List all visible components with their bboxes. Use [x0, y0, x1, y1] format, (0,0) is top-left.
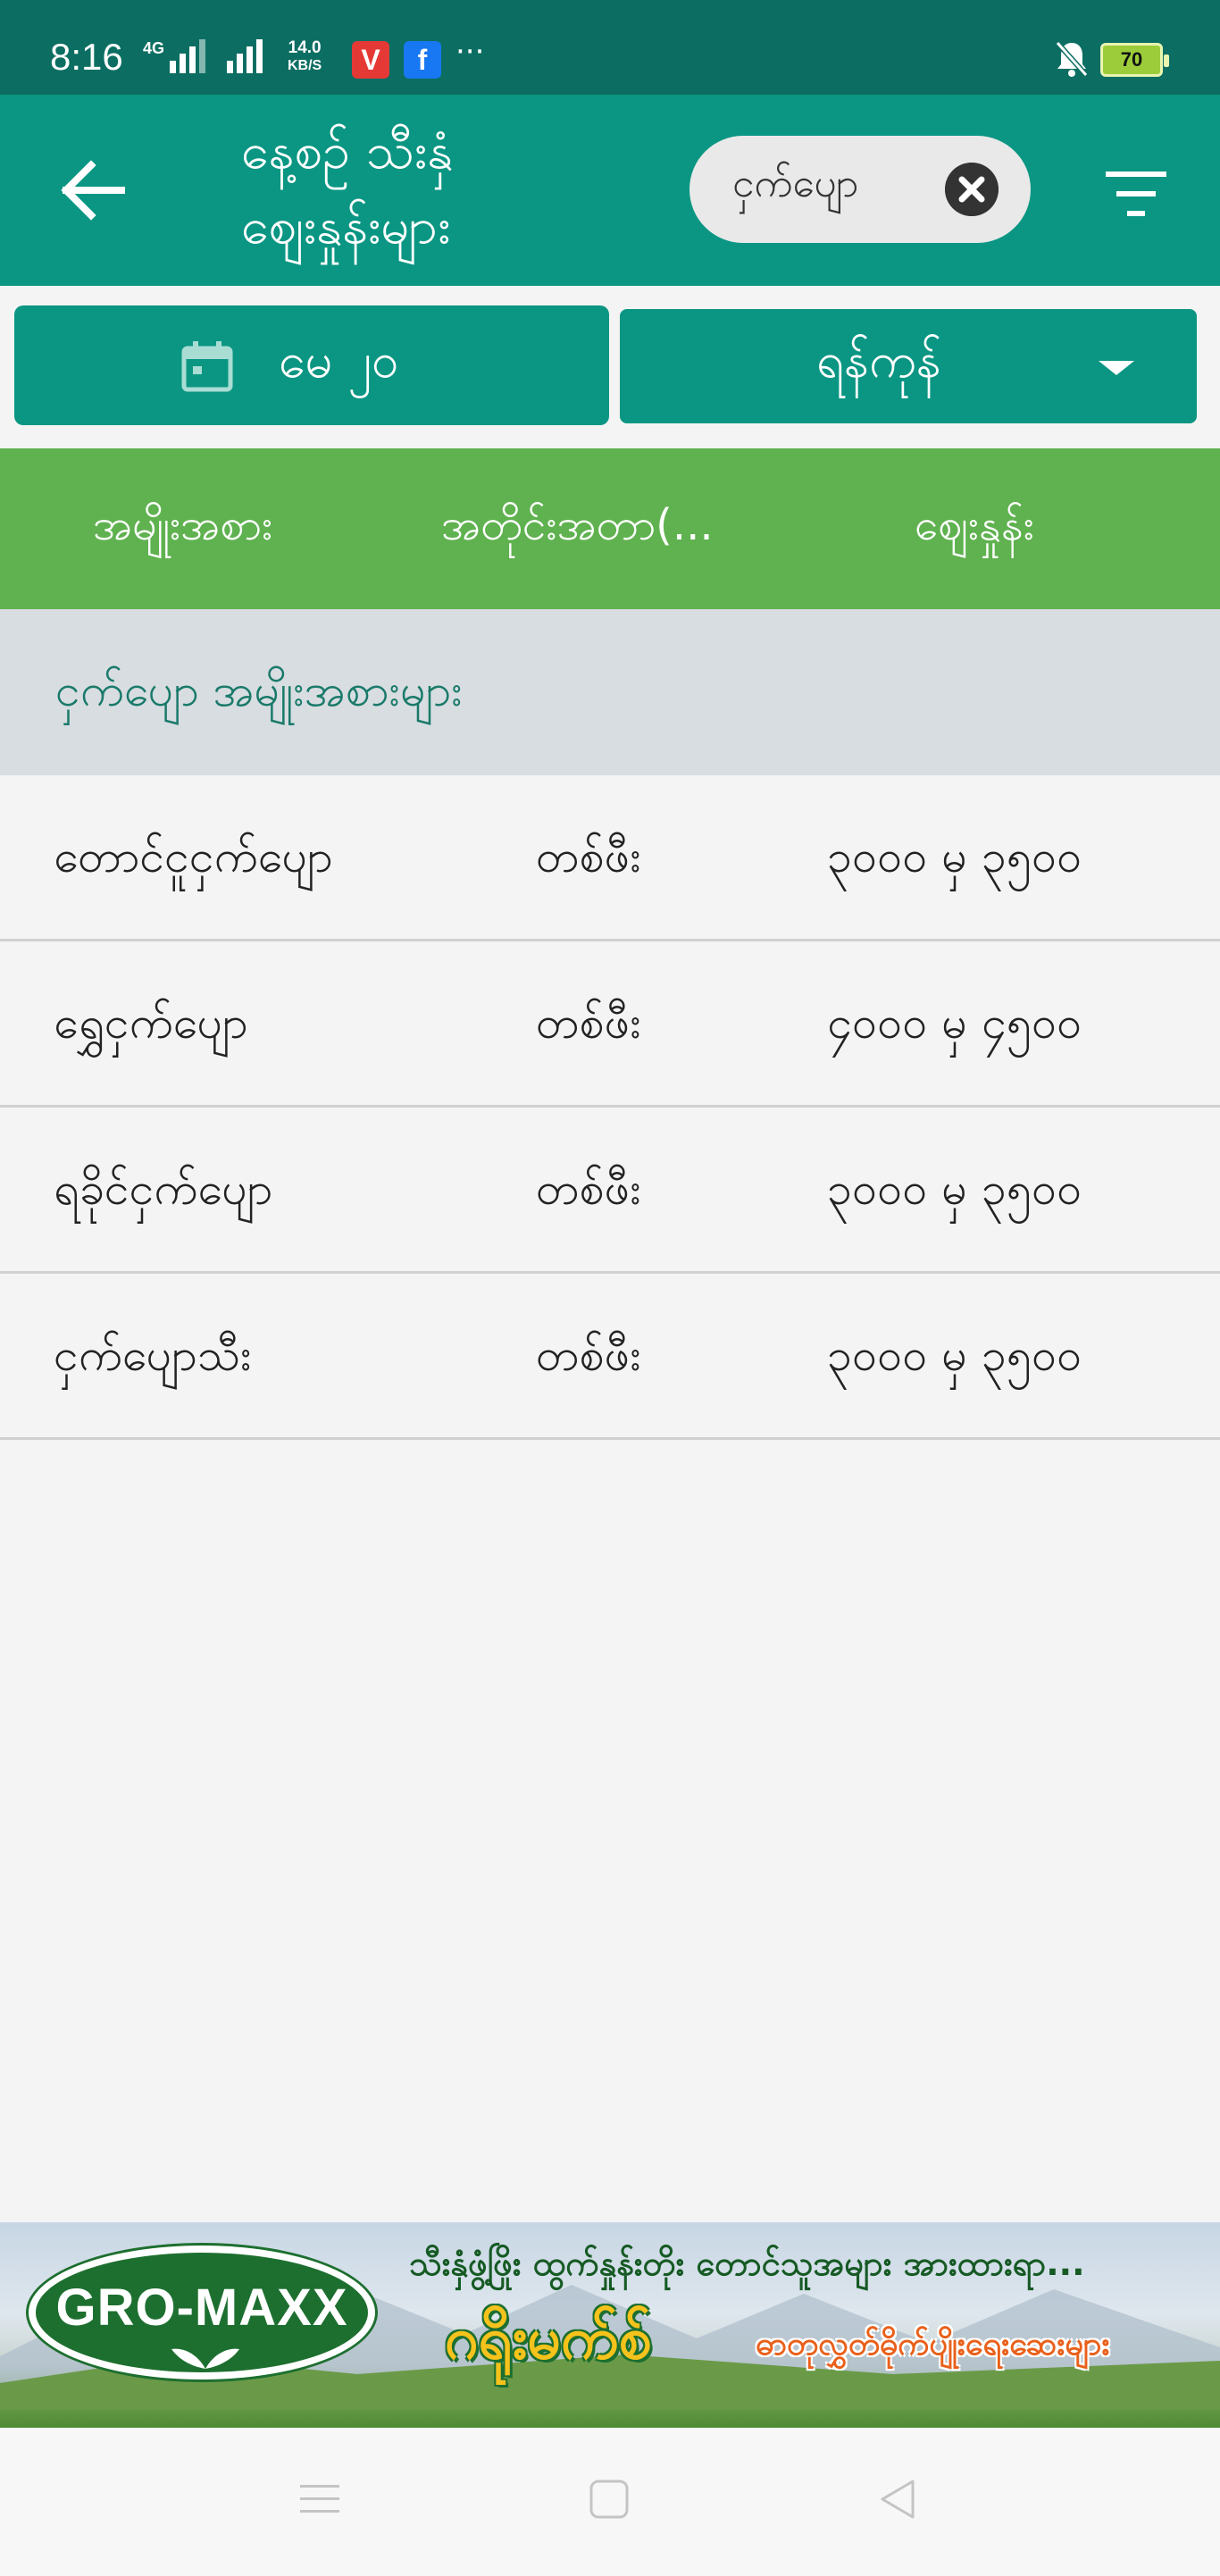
- row-price: ၃၀၀၀ မှ ၃၅၀၀: [827, 1329, 1082, 1381]
- page-title-line-2: ဈေးနှုန်းများ: [241, 197, 451, 255]
- mute-icon: [1055, 41, 1089, 77]
- system-nav-bar: [0, 2428, 1220, 2576]
- filter-icon[interactable]: [1100, 163, 1172, 225]
- gro-maxx-logo: GRO-MAXX: [29, 2246, 375, 2379]
- row-unit: တစ်ဖီး: [536, 1329, 642, 1381]
- signal-icon: [227, 39, 263, 73]
- search-chip-text: ငှက်ပျော: [732, 161, 859, 206]
- table-row[interactable]: ရခိုင်ငှက်ပျော တစ်ဖီး ၃၀၀၀ မှ ၃၅၀၀: [0, 1108, 1220, 1274]
- row-name: ရခိုင်ငှက်ပျော: [54, 1163, 273, 1215]
- status-time: 8:16: [50, 36, 123, 78]
- back-triangle-icon[interactable]: [873, 2474, 923, 2524]
- city-label: ရန်ကုန်: [816, 332, 941, 389]
- row-price: ၄၀၀၀ မှ ၄၅၀၀: [827, 997, 1082, 1049]
- more-notifications-icon: ···: [455, 34, 485, 70]
- row-name: ငှက်ပျောသီး: [54, 1329, 252, 1381]
- calendar-icon: [181, 341, 233, 392]
- ad-tagline: သီးနှံဖွံ့ဖြိုး ထွက်နှုန်းတိုး တောင်သူအမ…: [409, 2244, 1085, 2283]
- row-name: ရွှေငှက်ပျော: [54, 997, 248, 1049]
- ad-banner[interactable]: GRO-MAXX သီးနှံဖွံ့ဖြိုး ထွက်နှုန်းတိုး …: [0, 2222, 1220, 2428]
- table-row[interactable]: ရွှေငှက်ပျော တစ်ဖီး ၄၀၀၀ မှ ၄၅၀၀: [0, 941, 1220, 1108]
- ad-subtitle: ဓာတုလွှတ်ဓိုက်ပျိုးရေးဆေးများ: [756, 2326, 1110, 2363]
- ad-brand: ဂရိုးမက်စ်: [445, 2304, 652, 2372]
- vivaldi-notification-icon: V: [352, 41, 389, 79]
- close-icon[interactable]: [945, 163, 999, 216]
- column-header-price: ဈေးနှုန်း: [915, 500, 1034, 550]
- battery-icon: 70: [1100, 43, 1169, 77]
- dropdown-caret-icon: [1099, 361, 1134, 375]
- column-header-type: အမျိုးအစား: [93, 500, 273, 550]
- column-header-unit: အတိုင်းအတာ(...: [441, 500, 714, 550]
- date-label: မေ ၂၀: [279, 332, 399, 389]
- group-header: ငှက်ပျော အမျိုးအစားများ: [0, 609, 1220, 775]
- speed-value: 14.0: [288, 38, 322, 57]
- network-speed: 14.0 KB/S: [288, 39, 322, 75]
- row-unit: တစ်ဖီး: [536, 1163, 642, 1215]
- row-price: ၃၀၀၀ မှ ၃၅၀၀: [827, 1163, 1082, 1215]
- network-type-label: 4G: [143, 39, 165, 57]
- menu-icon[interactable]: [295, 2474, 345, 2524]
- speed-unit: KB/S: [288, 58, 322, 73]
- group-title: ငှက်ပျော အမျိုးအစားများ: [55, 665, 463, 716]
- leaf-icon: [171, 2348, 239, 2369]
- home-square-icon[interactable]: [584, 2474, 634, 2524]
- date-picker-button[interactable]: မေ ၂၀: [14, 305, 609, 425]
- app-bar: နေ့စဉ် သီးနှံ ဈေးနှုန်းများ ငှက်ပျော: [0, 95, 1220, 286]
- row-price: ၃၀၀၀ မှ ၃၅၀၀: [827, 831, 1082, 882]
- page-title: နေ့စဉ် သီးနှံ ဈေးနှုန်းများ: [241, 114, 634, 264]
- search-chip[interactable]: ငှက်ပျော: [689, 136, 1031, 243]
- table-header: အမျိုးအစား အတိုင်းအတာ(... ဈေးနှုန်း: [0, 448, 1220, 609]
- back-arrow-icon[interactable]: [55, 152, 132, 229]
- row-name: တောင်ငူငှက်ပျော: [54, 831, 333, 882]
- facebook-notification-icon: f: [404, 41, 441, 79]
- row-unit: တစ်ဖီး: [536, 831, 642, 882]
- row-unit: တစ်ဖီး: [536, 997, 642, 1049]
- city-dropdown[interactable]: ရန်ကုန်: [620, 309, 1197, 423]
- ad-logo-text: GRO-MAXX: [55, 2279, 348, 2337]
- page-title-line-1: နေ့စဉ် သီးနှံ: [241, 122, 454, 180]
- status-bar: 8:16 4G 14.0 KB/S V f ··· 70: [0, 0, 1220, 95]
- table-row[interactable]: ငှက်ပျောသီး တစ်ဖီး ၃၀၀၀ မှ ၃၅၀၀: [0, 1274, 1220, 1440]
- signal-icon: [170, 39, 205, 73]
- table-row[interactable]: တောင်ငူငှက်ပျော တစ်ဖီး ၃၀၀၀ မှ ၃၅၀၀: [0, 775, 1220, 941]
